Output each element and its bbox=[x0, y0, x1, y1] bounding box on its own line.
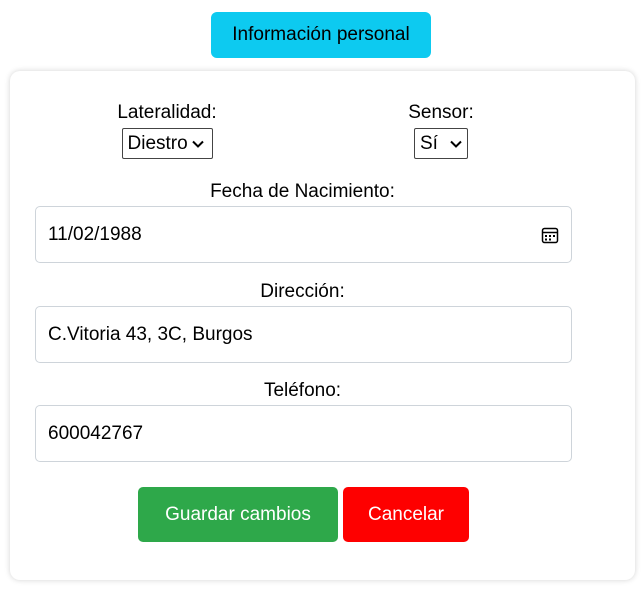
sensor-value: Sí bbox=[420, 132, 438, 154]
action-buttons: Guardar cambios Cancelar bbox=[10, 487, 635, 542]
birthdate-label: Fecha de Nacimiento: bbox=[210, 181, 395, 202]
sensor-select[interactable]: Sí bbox=[414, 128, 468, 159]
laterality-select[interactable]: Diestro bbox=[121, 128, 213, 159]
birthdate-value: 11/02/1988 bbox=[48, 223, 142, 245]
chevron-down-icon bbox=[450, 140, 462, 148]
address-input[interactable]: C.Vitoria 43, 3C, Burgos bbox=[35, 306, 572, 363]
birthdate-input[interactable]: 11/02/1988 bbox=[35, 206, 572, 263]
cancel-button[interactable]: Cancelar bbox=[343, 487, 469, 542]
save-changes-button[interactable]: Guardar cambios bbox=[138, 487, 338, 542]
phone-input[interactable]: 600042767 bbox=[35, 405, 572, 462]
calendar-icon[interactable] bbox=[541, 226, 559, 244]
sensor-group: Sensor: Sí bbox=[396, 101, 486, 159]
laterality-label: Lateralidad: bbox=[117, 102, 217, 123]
personal-info-header-button[interactable]: Información personal bbox=[211, 12, 431, 58]
sensor-label: Sensor: bbox=[408, 102, 474, 123]
phone-label: Teléfono: bbox=[263, 380, 342, 401]
phone-value: 600042767 bbox=[48, 422, 144, 444]
chevron-down-icon bbox=[191, 140, 204, 148]
address-label: Dirección: bbox=[260, 281, 345, 302]
laterality-value: Diestro bbox=[127, 132, 188, 154]
laterality-group: Lateralidad: Diestro bbox=[112, 101, 222, 159]
personal-info-card: Lateralidad: Diestro Sensor: Sí Fecha de… bbox=[10, 71, 635, 580]
address-value: C.Vitoria 43, 3C, Burgos bbox=[48, 323, 253, 345]
